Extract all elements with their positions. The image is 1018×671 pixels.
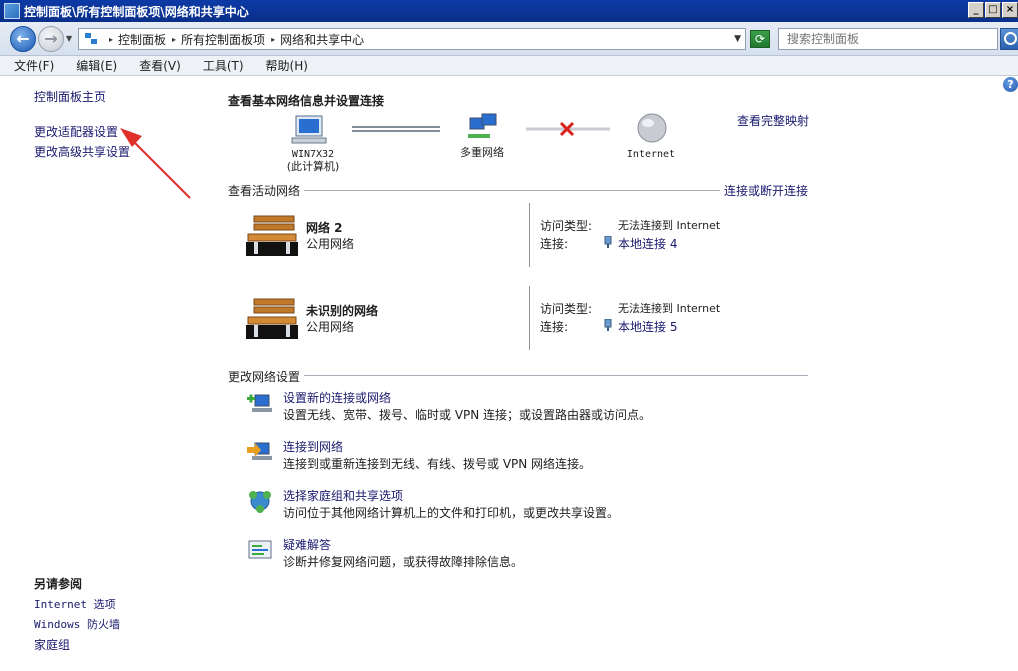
view-full-map-link[interactable]: 查看完整映射	[737, 112, 809, 129]
connections-label: 连接:	[540, 237, 569, 251]
connect-disconnect-link[interactable]: 连接或断开连接	[720, 182, 809, 199]
network-type-link[interactable]: 公用网络	[306, 318, 354, 335]
public-network-bench-icon	[246, 215, 298, 256]
connections-label: 连接:	[540, 320, 569, 334]
chevron-right-icon[interactable]: ▸	[271, 35, 275, 44]
multiple-networks-icon	[468, 113, 497, 138]
node-this-computer: WIN7X32 (此计算机)	[282, 149, 344, 173]
close-button[interactable]: ×	[1002, 2, 1018, 18]
setup-connection-link[interactable]: 设置新的连接或网络	[283, 389, 391, 406]
local-connection-5-link[interactable]: 本地连接 5	[618, 318, 677, 335]
network-name: 网络 2	[306, 221, 343, 235]
new-connection-icon	[247, 394, 272, 412]
this-computer-label: (此计算机)	[286, 160, 340, 173]
public-network-bench-icon	[246, 298, 298, 339]
network-name: 未识别的网络	[306, 304, 379, 318]
change-settings-title: 更改网络设置	[228, 368, 305, 385]
troubleshoot-desc: 诊断并修复网络问题，或获得故障排除信息。	[283, 555, 524, 569]
maximize-button[interactable]: □	[985, 2, 1001, 18]
connect-to-network-desc: 连接到或重新连接到无线、有线、拨号或 VPN 网络连接。	[283, 457, 592, 471]
help-icon[interactable]: ?	[1003, 77, 1018, 92]
node-multiple-networks[interactable]: 多重网络	[452, 147, 512, 159]
access-type-label: 访问类型:	[540, 302, 593, 316]
breadcrumb-network-center[interactable]: 网络和共享中心	[280, 31, 364, 48]
homegroup-sharing-link[interactable]: 选择家庭组和共享选项	[283, 487, 403, 504]
access-type-value: 无法连接到 Internet	[618, 302, 721, 315]
vertical-divider	[529, 286, 530, 350]
windows-firewall-link[interactable]: Windows 防火墙	[34, 616, 120, 632]
minimize-button[interactable]: _	[968, 2, 984, 18]
refresh-button[interactable]: ⟳	[750, 30, 770, 48]
network-type-link[interactable]: 公用网络	[306, 235, 354, 252]
active-networks-title: 查看活动网络	[228, 182, 305, 199]
page-title: 查看基本网络信息并设置连接	[228, 94, 385, 108]
computer-icon	[291, 115, 327, 144]
search-input[interactable]	[778, 28, 998, 50]
troubleshoot-link[interactable]: 疑难解答	[283, 536, 331, 553]
vertical-divider	[529, 203, 530, 267]
internet-globe-icon	[637, 113, 667, 143]
divider	[230, 375, 808, 376]
setup-connection-desc: 设置无线、宽带、拨号、临时或 VPN 连接；或设置路由器或访问点。	[283, 408, 652, 422]
access-type-label: 访问类型:	[540, 219, 593, 233]
access-type-value: 无法连接到 Internet	[618, 219, 721, 232]
troubleshoot-icon	[248, 540, 272, 559]
search-button[interactable]	[1000, 28, 1018, 50]
homegroup-sharing-icon	[249, 491, 271, 513]
internet-options-link[interactable]: Internet 选项	[34, 596, 116, 612]
local-connection-4-link[interactable]: 本地连接 4	[618, 235, 677, 252]
homegroup-link[interactable]: 家庭组	[34, 636, 70, 653]
see-also-title: 另请参阅	[34, 577, 83, 591]
red-arrow-annotation	[120, 128, 191, 199]
connect-to-network-link[interactable]: 连接到网络	[283, 438, 343, 455]
ethernet-adapter-icon	[604, 319, 612, 331]
window-controls: _ □ ×	[968, 2, 1018, 18]
connect-network-icon	[247, 442, 272, 460]
node-internet[interactable]: Internet	[620, 149, 682, 161]
menu-help[interactable]: 帮助(H)	[252, 57, 316, 74]
homegroup-sharing-desc: 访问位于其他网络计算机上的文件和打印机，或更改共享设置。	[283, 506, 620, 520]
ethernet-adapter-icon	[604, 236, 612, 248]
address-dropdown-icon[interactable]: ▼	[734, 34, 741, 44]
